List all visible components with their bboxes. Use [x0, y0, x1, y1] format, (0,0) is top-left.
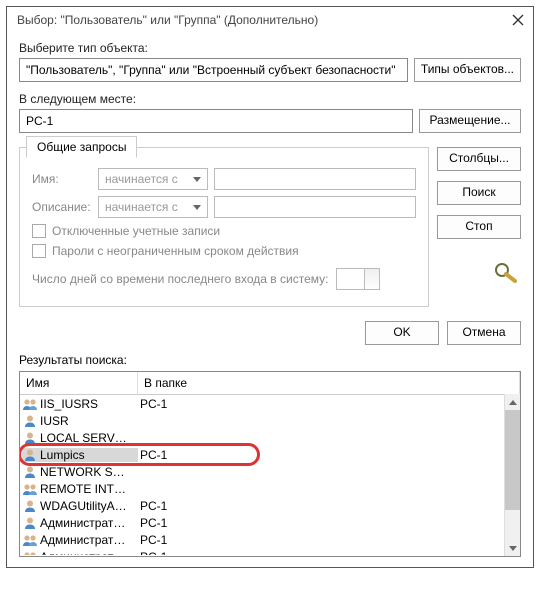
- tab-common-queries[interactable]: Общие запросы: [26, 136, 137, 158]
- description-input[interactable]: [214, 196, 416, 218]
- list-item[interactable]: WDAGUtilityA…PC-1: [20, 497, 520, 514]
- list-item[interactable]: LumpicsPC-1: [20, 446, 520, 463]
- description-match-combo[interactable]: начинается с: [98, 196, 208, 218]
- row-name: Администрат…: [38, 533, 138, 547]
- row-name: Lumpics: [38, 448, 138, 462]
- days-spinner[interactable]: [336, 268, 380, 290]
- name-input[interactable]: [214, 168, 416, 190]
- results-list: Имя В папке IIS_IUSRSPC-1IUSRLOCAL SERV……: [19, 371, 521, 557]
- user-icon: [22, 516, 38, 530]
- row-name: NETWORK S…: [38, 465, 138, 479]
- disabled-accounts-label: Отключенные учетные записи: [52, 224, 220, 238]
- list-item[interactable]: IUSR: [20, 412, 520, 429]
- dialog-window: Выбор: "Пользователь" или "Группа" (Допо…: [6, 6, 534, 568]
- list-item[interactable]: IIS_IUSRSPC-1: [20, 395, 520, 412]
- row-folder: PC-1: [138, 499, 518, 513]
- row-folder: PC-1: [138, 397, 518, 411]
- no-expire-checkbox[interactable]: [32, 244, 46, 258]
- row-name: REMOTE INT…: [38, 482, 138, 496]
- row-folder: PC-1: [138, 516, 518, 530]
- days-since-logon-label: Число дней со времени последнего входа в…: [32, 272, 328, 286]
- columns-button[interactable]: Столбцы...: [437, 147, 521, 171]
- list-item[interactable]: Администрат…PC-1: [20, 548, 520, 555]
- row-name: IUSR: [38, 414, 138, 428]
- name-label: Имя:: [32, 172, 92, 186]
- row-folder: PC-1: [138, 533, 518, 547]
- close-icon[interactable]: [511, 13, 525, 27]
- stop-button[interactable]: Стоп: [437, 215, 521, 239]
- titlebar: Выбор: "Пользователь" или "Группа" (Допо…: [7, 7, 533, 35]
- location-field[interactable]: PC-1: [19, 109, 413, 133]
- column-header-folder[interactable]: В папке: [138, 372, 520, 394]
- row-name: WDAGUtilityA…: [38, 499, 138, 513]
- object-type-field[interactable]: "Пользователь", "Группа" или "Встроенный…: [19, 58, 408, 82]
- scroll-thumb[interactable]: [505, 410, 520, 510]
- row-name: Администрат…: [38, 550, 138, 556]
- disabled-accounts-checkbox[interactable]: [32, 224, 46, 238]
- name-match-combo[interactable]: начинается с: [98, 168, 208, 190]
- description-label: Описание:: [32, 200, 92, 214]
- row-name: Администрат…: [38, 516, 138, 530]
- common-queries-group: Общие запросы Имя: начинается с Описание…: [19, 147, 429, 307]
- scroll-down-icon[interactable]: [505, 540, 520, 556]
- list-item[interactable]: REMOTE INT…: [20, 480, 520, 497]
- cancel-button[interactable]: Отмена: [447, 321, 521, 345]
- object-type-label: Выберите тип объекта:: [19, 41, 521, 55]
- user-icon: [22, 414, 38, 428]
- user-icon: [22, 465, 38, 479]
- row-name: LOCAL SERV…: [38, 431, 138, 445]
- location-button[interactable]: Размещение...: [419, 109, 521, 133]
- group-icon: [22, 397, 38, 411]
- list-item[interactable]: LOCAL SERV…: [20, 429, 520, 446]
- window-title: Выбор: "Пользователь" или "Группа" (Допо…: [17, 13, 318, 27]
- object-types-button[interactable]: Типы объектов...: [414, 58, 521, 82]
- group-icon: [22, 533, 38, 547]
- user-icon: [22, 448, 38, 462]
- scrollbar[interactable]: [504, 394, 520, 556]
- results-label: Результаты поиска:: [19, 353, 521, 367]
- column-header-name[interactable]: Имя: [20, 372, 138, 394]
- find-button[interactable]: Поиск: [437, 181, 521, 205]
- group-icon: [22, 482, 38, 496]
- row-name: IIS_IUSRS: [38, 397, 138, 411]
- no-expire-label: Пароли с неограниченным сроком действия: [52, 244, 299, 258]
- list-item[interactable]: Администрат…PC-1: [20, 514, 520, 531]
- scroll-up-icon[interactable]: [505, 394, 520, 410]
- row-folder: PC-1: [138, 448, 518, 462]
- location-label: В следующем месте:: [19, 92, 521, 106]
- ok-button[interactable]: OK: [365, 321, 439, 345]
- search-icon: [491, 261, 521, 283]
- list-item[interactable]: NETWORK S…: [20, 463, 520, 480]
- list-item[interactable]: Администрат…PC-1: [20, 531, 520, 548]
- user-icon: [22, 499, 38, 513]
- user-icon: [22, 431, 38, 445]
- group-icon: [22, 550, 38, 556]
- row-folder: PC-1: [138, 550, 518, 556]
